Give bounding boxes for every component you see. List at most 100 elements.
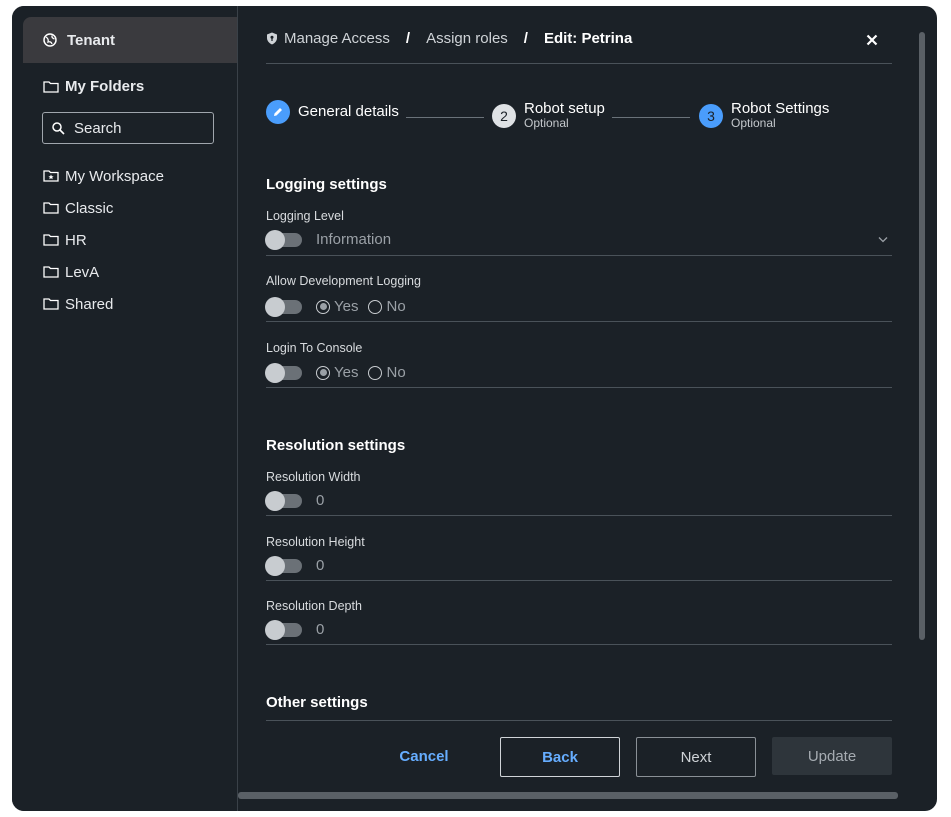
folder-label: Shared — [65, 295, 114, 313]
folder-label: LevA — [65, 263, 100, 281]
folder-item-my-workspace[interactable]: My Workspace — [43, 160, 164, 192]
dev-logging-toggle[interactable] — [265, 297, 302, 317]
vertical-scrollbar[interactable] — [919, 32, 925, 640]
step-general-details[interactable]: General details — [266, 100, 399, 124]
radio-label: No — [386, 364, 406, 381]
login-console-radio-group: Yes No — [316, 364, 416, 381]
resolution-depth-label: Resolution Depth — [266, 599, 362, 613]
step-connector — [406, 117, 484, 118]
footer-divider — [266, 720, 892, 721]
chevron-down-icon[interactable] — [878, 236, 888, 243]
radio-label: Yes — [334, 364, 359, 381]
folder-label: My Workspace — [65, 167, 164, 185]
shield-icon — [267, 32, 277, 45]
step-robot-setup[interactable]: 2 Robot setup Optional — [492, 100, 605, 130]
radio-unchecked-icon — [368, 299, 383, 314]
dev-logging-radio-group: Yes No — [316, 298, 416, 315]
login-console-no-radio[interactable]: No — [368, 364, 406, 381]
breadcrumb-separator: / — [405, 30, 411, 47]
folder-item-shared[interactable]: Shared — [43, 288, 164, 320]
my-folders-label: My Folders — [65, 78, 145, 95]
sidebar: Tenant My Folders Search My Workspace Cl… — [12, 6, 238, 811]
folder-label: Classic — [65, 199, 114, 217]
app-window: Tenant My Folders Search My Workspace Cl… — [12, 6, 937, 811]
pencil-icon — [274, 108, 282, 116]
resolution-width-input[interactable]: 0 — [316, 492, 324, 509]
folder-icon — [43, 234, 59, 246]
field-underline — [266, 580, 892, 581]
search-input[interactable]: Search — [42, 112, 214, 144]
logging-level-label: Logging Level — [266, 209, 344, 223]
radio-label: No — [386, 298, 406, 315]
main-panel: Manage Access / Assign roles / Edit: Pet… — [238, 6, 937, 811]
resolution-depth-toggle[interactable] — [265, 620, 302, 640]
step-label: Robot Settings Optional — [731, 100, 830, 130]
breadcrumb-assign-roles[interactable]: Assign roles — [426, 30, 508, 47]
update-button[interactable]: Update — [772, 737, 892, 775]
toggle-knob — [265, 556, 285, 576]
dev-logging-no-radio[interactable]: No — [368, 298, 406, 315]
step-number-badge: 2 — [492, 104, 516, 128]
horizontal-scrollbar[interactable] — [238, 792, 898, 799]
resolution-height-toggle[interactable] — [265, 556, 302, 576]
back-button[interactable]: Back — [500, 737, 620, 777]
dev-logging-yes-radio[interactable]: Yes — [316, 298, 358, 315]
resolution-depth-input[interactable]: 0 — [316, 621, 324, 638]
breadcrumb-current: Edit: Petrina — [543, 30, 633, 47]
folder-item-hr[interactable]: HR — [43, 224, 164, 256]
radio-label: Yes — [334, 298, 359, 315]
next-button[interactable]: Next — [636, 737, 756, 777]
cancel-button[interactable]: Cancel — [388, 737, 460, 775]
field-underline — [266, 387, 892, 388]
folder-item-leva[interactable]: LevA — [43, 256, 164, 288]
tenant-label: Tenant — [67, 31, 116, 49]
globe-icon — [43, 33, 57, 47]
search-icon — [52, 121, 65, 135]
close-button[interactable] — [862, 30, 882, 50]
field-underline — [266, 644, 892, 645]
resolution-width-toggle[interactable] — [265, 491, 302, 511]
resolution-width-label: Resolution Width — [266, 470, 361, 484]
workspace-folder-icon — [43, 170, 59, 182]
step-robot-settings[interactable]: 3 Robot Settings Optional — [699, 100, 830, 130]
logging-level-toggle[interactable] — [265, 230, 302, 250]
step-number-badge: 3 — [699, 104, 723, 128]
login-console-label: Login To Console — [266, 341, 363, 355]
my-folders-item[interactable]: My Folders — [43, 78, 144, 95]
dev-logging-label: Allow Development Logging — [266, 274, 421, 288]
folder-icon — [43, 266, 59, 278]
folder-list: My Workspace Classic HR LevA Shared — [43, 160, 164, 320]
folder-label: HR — [65, 231, 87, 249]
radio-checked-icon — [316, 365, 330, 380]
logging-section-title: Logging settings — [266, 176, 387, 193]
breadcrumb: Manage Access / Assign roles / Edit: Pet… — [266, 30, 632, 47]
logging-level-select[interactable]: Information — [316, 231, 391, 248]
resolution-section-title: Resolution settings — [266, 437, 406, 454]
login-console-toggle[interactable] — [265, 363, 302, 383]
step-completed-badge — [266, 100, 290, 124]
step-title: General details — [298, 103, 399, 120]
step-title: Robot setup — [524, 100, 605, 117]
breadcrumb-separator: / — [523, 30, 528, 47]
step-label: General details — [298, 103, 399, 120]
step-title: Robot Settings — [731, 100, 830, 117]
radio-unchecked-icon — [368, 365, 383, 380]
login-console-yes-radio[interactable]: Yes — [316, 364, 358, 381]
radio-checked-icon — [316, 299, 330, 314]
close-icon — [866, 34, 878, 46]
tenant-item[interactable]: Tenant — [23, 17, 237, 63]
toggle-knob — [265, 491, 285, 511]
other-section-title: Other settings — [266, 694, 368, 711]
step-subtitle: Optional — [524, 116, 569, 130]
folder-icon — [43, 298, 59, 310]
resolution-height-input[interactable]: 0 — [316, 557, 324, 574]
folder-item-classic[interactable]: Classic — [43, 192, 164, 224]
toggle-knob — [265, 297, 285, 317]
step-label: Robot setup Optional — [524, 100, 605, 130]
toggle-knob — [265, 230, 285, 250]
folder-icon — [43, 202, 59, 214]
step-connector — [612, 117, 690, 118]
breadcrumb-manage-access[interactable]: Manage Access — [284, 30, 390, 47]
search-placeholder: Search — [74, 119, 122, 137]
step-subtitle: Optional — [731, 116, 776, 130]
